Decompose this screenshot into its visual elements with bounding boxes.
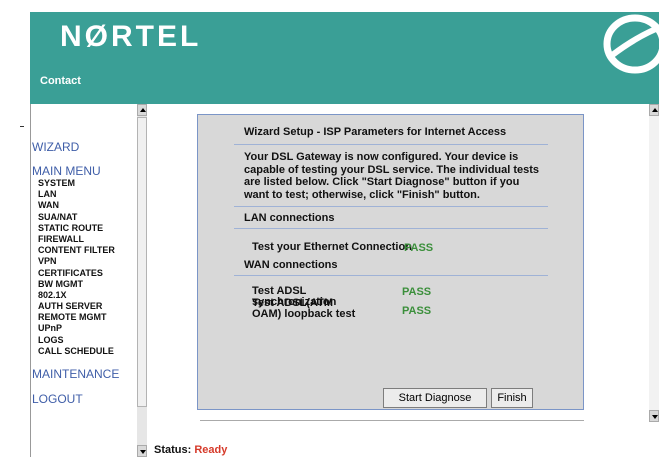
sidebar-item-auth-server[interactable]: AUTH SERVER (38, 301, 115, 312)
sidebar-maintenance-link[interactable]: MAINTENANCE (32, 367, 119, 381)
sidebar-item-bw-mgmt[interactable]: BW MGMT (38, 279, 115, 290)
wan-test-loopback-label: Test ADSL(ATM OAM) loopback test (252, 297, 356, 320)
sidebar-item-lan[interactable]: LAN (38, 189, 115, 200)
finish-button[interactable]: Finish (491, 388, 533, 408)
content-scroll-down-button[interactable] (649, 410, 659, 422)
wan-test-loopback-result: PASS (402, 305, 432, 317)
sidebar-item-static-route[interactable]: STATIC ROUTE (38, 223, 115, 234)
panel-title: Wizard Setup - ISP Parameters for Intern… (244, 126, 507, 138)
sidebar-item-vpn[interactable]: VPN (38, 256, 115, 267)
content-bottom-divider (200, 420, 584, 421)
sidebar-menu-list: SYSTEM LAN WAN SUA/NAT STATIC ROUTE FIRE… (38, 178, 115, 357)
lan-section-heading: LAN connections (244, 212, 335, 224)
wan-test-sync-result: PASS (402, 286, 432, 298)
status-value: Ready (194, 444, 228, 456)
start-diagnose-button[interactable]: Start Diagnose (383, 388, 487, 408)
sidebar-item-sua-nat[interactable]: SUA/NAT (38, 212, 115, 223)
scroll-thumb[interactable] (137, 117, 147, 407)
sidebar-item-firewall[interactable]: FIREWALL (38, 234, 115, 245)
divider (234, 206, 548, 207)
sidebar-wizard-link[interactable]: WIZARD (32, 140, 79, 154)
divider (234, 144, 548, 145)
sidebar-main-menu-heading[interactable]: MAIN MENU (32, 164, 101, 178)
scroll-up-button[interactable] (137, 104, 147, 116)
sidebar-item-call-schedule[interactable]: CALL SCHEDULE (38, 346, 115, 357)
scroll-down-button[interactable] (137, 445, 147, 457)
sidebar-item-system[interactable]: SYSTEM (38, 178, 115, 189)
sidebar-item-802-1x[interactable]: 802.1X (38, 290, 115, 301)
wizard-panel: Wizard Setup - ISP Parameters for Intern… (197, 114, 584, 410)
sidebar-item-certificates[interactable]: CERTIFICATES (38, 268, 115, 279)
sidebar-item-wan[interactable]: WAN (38, 200, 115, 211)
content-scroll-up-button[interactable] (649, 104, 659, 116)
lan-test-result: PASS (404, 242, 434, 254)
globe-logo-icon (603, 14, 659, 74)
content-scrollbar[interactable] (649, 104, 659, 422)
margin-tick (20, 126, 24, 127)
lan-test-label: Test your Ethernet Connection (252, 241, 412, 253)
sidebar: WIZARD MAIN MENU SYSTEM LAN WAN SUA/NAT … (31, 104, 146, 457)
status-label: Status: (154, 444, 192, 456)
divider (234, 228, 548, 229)
nortel-logo: NØRTEL (60, 20, 202, 53)
wan-section-heading: WAN connections (244, 259, 338, 271)
status-bar: Status: Ready (154, 444, 227, 456)
sidebar-item-remote-mgmt[interactable]: REMOTE MGMT (38, 312, 115, 323)
sidebar-logout-link[interactable]: LOGOUT (32, 392, 83, 406)
sidebar-item-upnp[interactable]: UPnP (38, 323, 115, 334)
divider (234, 275, 548, 276)
sidebar-scrollbar[interactable] (137, 104, 147, 457)
header-banner: NØRTEL Contact (30, 12, 659, 104)
contact-link[interactable]: Contact (40, 75, 81, 87)
sidebar-item-logs[interactable]: LOGS (38, 335, 115, 346)
sidebar-item-content-filter[interactable]: CONTENT FILTER (38, 245, 115, 256)
panel-description: Your DSL Gateway is now configured. Your… (244, 151, 540, 201)
